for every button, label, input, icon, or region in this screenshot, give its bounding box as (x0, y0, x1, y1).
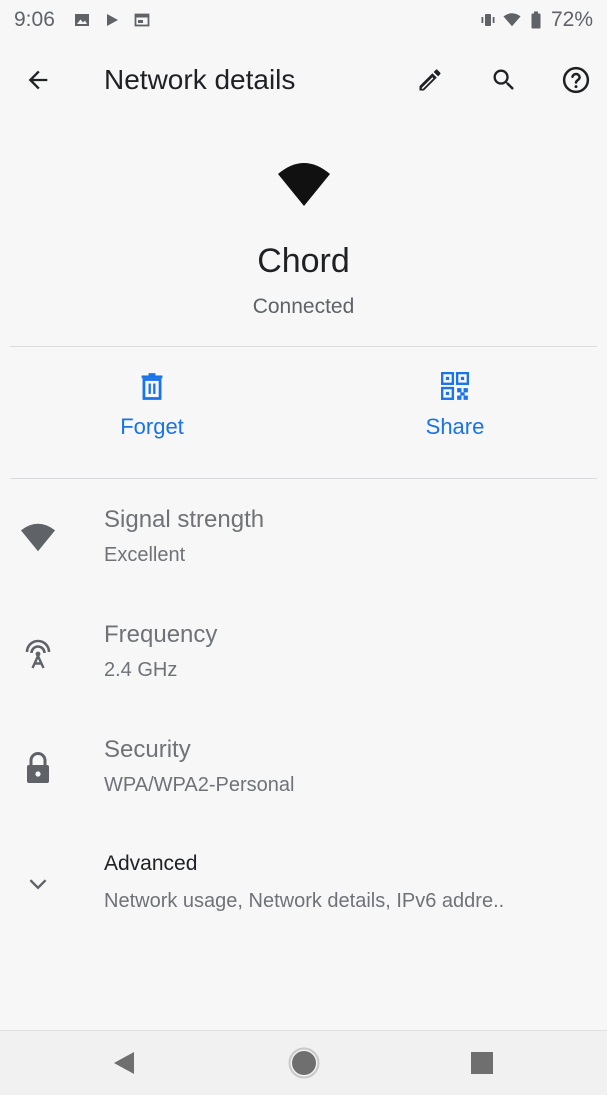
detail-value: Excellent (104, 544, 186, 566)
action-row: Forget Share (0, 372, 607, 462)
battery-percent: 72% (550, 8, 593, 31)
recents-square-icon[interactable] (464, 1045, 500, 1081)
chevron-down-icon[interactable] (20, 866, 56, 902)
network-status: Connected (252, 295, 355, 318)
status-right-icons: 72% (479, 8, 593, 32)
back-arrow-icon[interactable] (20, 62, 56, 98)
detail-value: WPA/WPA2-Personal (104, 774, 295, 796)
app-bar: Network details (0, 48, 607, 112)
vibrate-icon (479, 11, 497, 29)
wifi-signal-icon (20, 520, 56, 556)
battery-icon (527, 11, 545, 29)
home-circle-icon[interactable] (286, 1045, 322, 1081)
status-left-icons (73, 11, 151, 29)
back-triangle-icon[interactable] (106, 1045, 142, 1081)
detail-title: Frequency (104, 621, 218, 648)
play-icon (103, 11, 121, 29)
network-name: Chord (257, 242, 350, 280)
edit-pencil-icon[interactable] (412, 62, 448, 98)
system-nav-bar (0, 1030, 607, 1095)
network-header: Chord Connected (0, 160, 607, 319)
image-icon (73, 11, 91, 29)
share-label: Share (425, 414, 485, 439)
page-title: Network details (104, 64, 296, 95)
help-icon[interactable] (558, 62, 594, 98)
wifi-icon (503, 11, 521, 29)
detail-row-security: Security WPA/WPA2-Personal (0, 736, 607, 826)
lock-icon (20, 750, 56, 786)
wifi-icon (277, 163, 330, 206)
status-time: 9:06 (14, 8, 55, 31)
forget-label: Forget (120, 414, 184, 439)
detail-row-signal-strength: Signal strength Excellent (0, 506, 607, 596)
share-button[interactable]: Share (375, 372, 535, 440)
detail-title: Advanced (104, 852, 198, 875)
qr-code-icon (441, 372, 469, 400)
divider (10, 478, 597, 479)
detail-title: Security (104, 736, 191, 763)
antenna-icon (20, 635, 56, 671)
trash-icon (141, 373, 163, 400)
search-icon[interactable] (486, 62, 522, 98)
detail-title: Signal strength (104, 506, 265, 533)
detail-row-frequency: Frequency 2.4 GHz (0, 621, 607, 711)
divider (10, 346, 597, 347)
detail-row-advanced[interactable]: Advanced Network usage, Network details,… (0, 852, 607, 942)
forget-button[interactable]: Forget (72, 372, 232, 440)
status-bar: 9:06 72% (0, 0, 607, 40)
detail-value: 2.4 GHz (104, 659, 178, 681)
detail-value: Network usage, Network details, IPv6 add… (104, 890, 505, 912)
window-icon (133, 11, 151, 29)
